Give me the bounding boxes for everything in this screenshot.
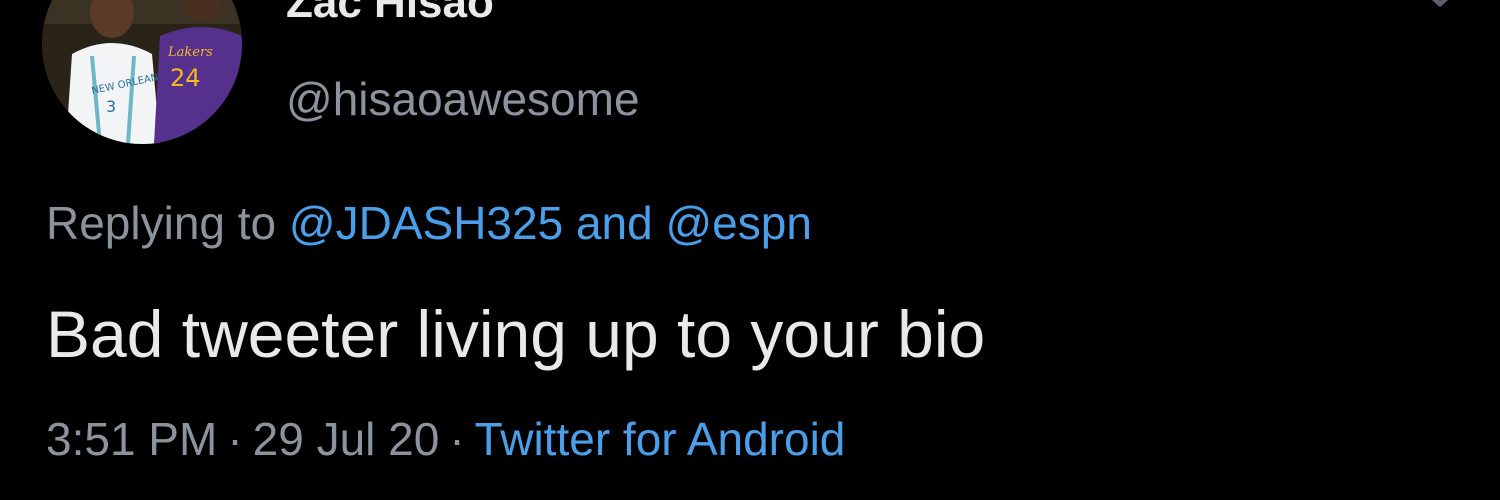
tweet-date[interactable]: 29 Jul 20 [253, 413, 440, 465]
replying-to-line: Replying to @JDASH325 and @espn [46, 196, 812, 250]
tweet-detail: NEW ORLEANS 3 Lakers 24 Zac Hisao @hisao… [0, 0, 1500, 500]
meta-separator: · [227, 413, 243, 465]
basketball-players-photo: NEW ORLEANS 3 Lakers 24 [42, 0, 242, 144]
svg-text:24: 24 [170, 64, 201, 92]
replying-to-label: Replying to [46, 197, 277, 249]
tweet-text: Bad tweeter living up to your bio [46, 297, 986, 371]
tweet-source-link[interactable]: Twitter for Android [475, 413, 846, 465]
mention-joiner: and [575, 197, 653, 249]
mention-link-espn[interactable]: @espn [665, 197, 811, 249]
tweet-time[interactable]: 3:51 PM [46, 413, 217, 465]
svg-text:3: 3 [106, 97, 116, 116]
author-display-name[interactable]: Zac Hisao [286, 0, 494, 28]
svg-text:Lakers: Lakers [167, 45, 213, 60]
mention-link-jdash325[interactable]: @JDASH325 [289, 197, 563, 249]
avatar[interactable]: NEW ORLEANS 3 Lakers 24 [42, 0, 242, 144]
tweet-meta: 3:51 PM · 29 Jul 20 · Twitter for Android [46, 412, 845, 466]
chevron-down-icon[interactable] [1410, 0, 1470, 20]
meta-separator: · [449, 413, 465, 465]
author-handle[interactable]: @hisaoawesome [286, 72, 640, 126]
